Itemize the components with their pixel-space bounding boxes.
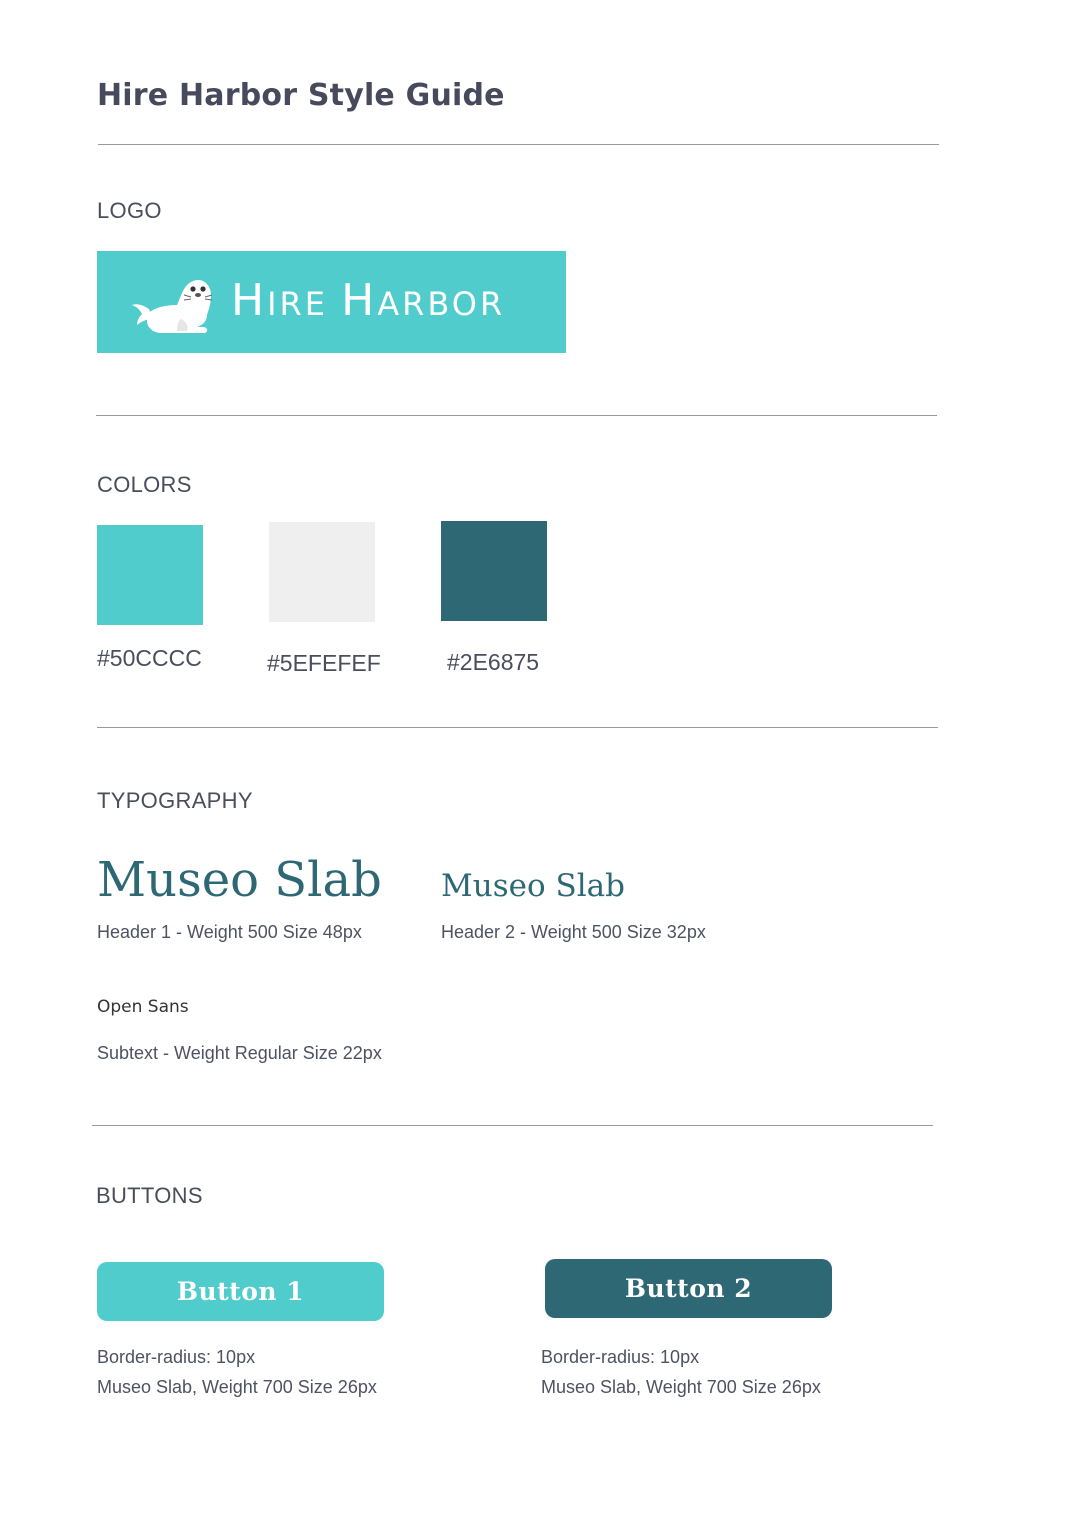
color-label-primary: #50CCCC <box>97 645 202 671</box>
section-label-logo: LOGO <box>97 198 162 223</box>
section-label-typography: TYPOGRAPHY <box>97 788 253 813</box>
color-swatch-dark <box>441 521 547 621</box>
seal-icon <box>132 279 213 333</box>
page-title: Hire Harbor Style Guide <box>97 78 505 113</box>
button1-spec-font: Museo Slab, Weight 700 Size 26px <box>97 1377 377 1397</box>
button-1[interactable]: Button 1 <box>97 1262 384 1321</box>
logo-banner: HIRE HARBOR <box>97 251 566 353</box>
header2-caption: Header 2 - Weight 500 Size 32px <box>441 922 706 942</box>
color-swatch-light <box>269 522 375 622</box>
divider-logo <box>96 415 937 416</box>
button2-spec-font: Museo Slab, Weight 700 Size 26px <box>541 1377 821 1397</box>
header1-caption: Header 1 - Weight 500 Size 48px <box>97 922 362 942</box>
button1-spec-radius: Border-radius: 10px <box>97 1347 256 1367</box>
button-2[interactable]: Button 2 <box>545 1259 832 1318</box>
divider-typography <box>92 1125 933 1126</box>
header2-sample: Museo Slab <box>441 868 625 904</box>
section-label-colors: COLORS <box>97 472 192 497</box>
section-label-buttons: BUTTONS <box>96 1183 203 1208</box>
subtext-font-name: Open Sans <box>97 997 189 1017</box>
color-label-dark: #2E6875 <box>447 649 540 675</box>
button2-spec-radius: Border-radius: 10px <box>541 1347 700 1367</box>
divider-colors <box>97 727 938 728</box>
subtext-caption: Subtext - Weight Regular Size 22px <box>97 1043 382 1063</box>
color-label-light: #5EFEFEF <box>267 650 381 676</box>
logo-wordmark: HIRE HARBOR <box>231 275 506 326</box>
color-swatch-primary <box>97 525 203 625</box>
header1-sample: Museo Slab <box>97 852 382 908</box>
divider-title <box>98 144 939 145</box>
